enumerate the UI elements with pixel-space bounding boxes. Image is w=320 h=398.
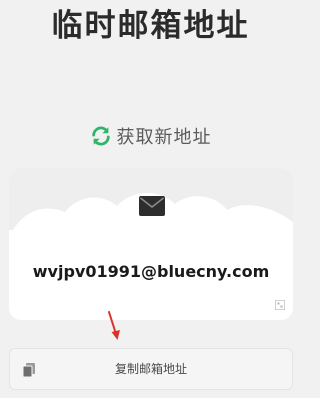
get-new-address-button[interactable]: 获取新地址 [0,122,301,150]
email-address[interactable]: wvjpv01991@bluecny.com [9,262,293,282]
mail-card: wvjpv01991@bluecny.com [9,168,293,320]
refresh-icon [91,126,110,146]
qr-code-icon[interactable] [275,300,285,310]
get-new-address-label: 获取新地址 [116,127,212,148]
red-arrow-annotation [108,311,120,340]
envelope-icon [139,196,165,216]
copy-address-label: 复制邮箱地址 [114,362,187,376]
page-title: 临时邮箱地址 [51,8,250,44]
copy-address-button[interactable]: 复制邮箱地址 [9,348,293,390]
